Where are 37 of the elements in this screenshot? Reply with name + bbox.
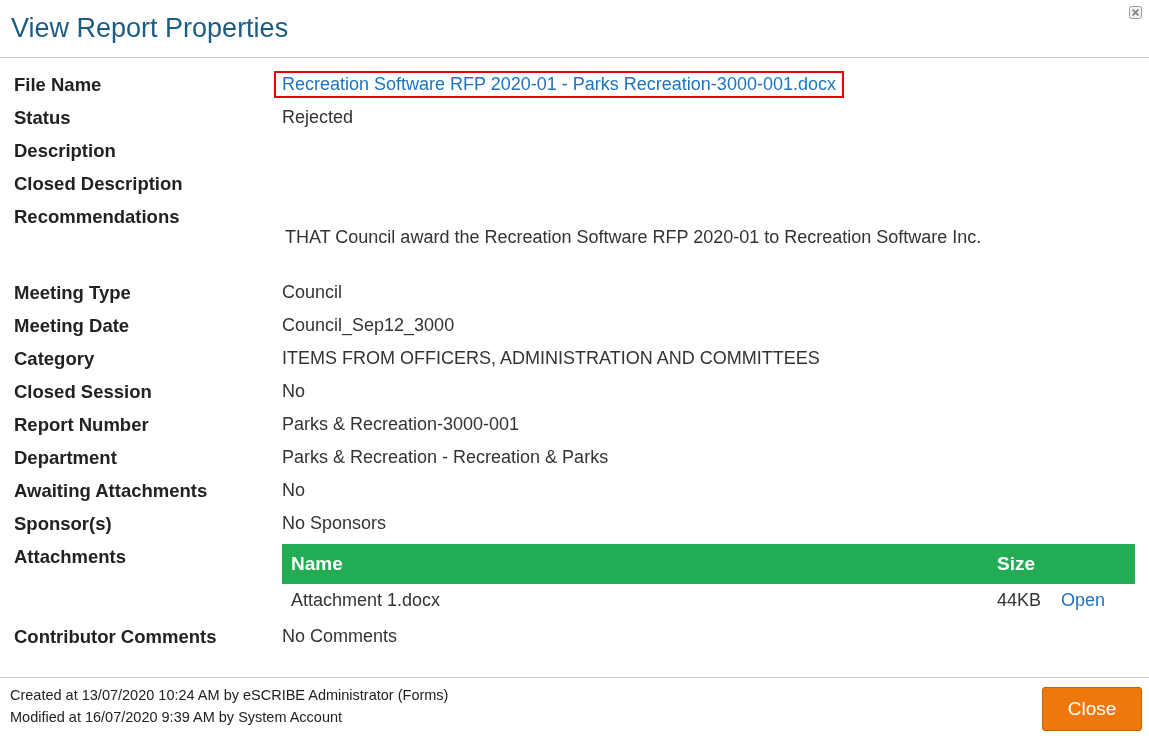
property-value: Council_Sep12_3000 bbox=[282, 315, 455, 335]
property-label: Recommendations bbox=[14, 205, 181, 229]
property-value: No bbox=[282, 381, 305, 401]
open-link[interactable]: Open bbox=[1061, 590, 1106, 610]
file-name-link[interactable]: Recreation Software RFP 2020-01 - Parks Recreation-3000-001.docx bbox=[274, 71, 844, 98]
table-cell: 44KB bbox=[988, 583, 1052, 618]
property-label: Meeting Type bbox=[14, 281, 132, 305]
created-info: Created at 13/07/2020 10:24 AM by eSCRIBE Administrator (Forms) bbox=[10, 686, 449, 705]
property-value: No bbox=[282, 480, 305, 500]
column-header: Size bbox=[988, 543, 1135, 584]
recommendation-text: THAT Council award the Recreation Software RFP 2020-01 to Recreation Software Inc. bbox=[284, 226, 983, 249]
property-label: Awaiting Attachments bbox=[14, 479, 209, 503]
property-label: Contributor Comments bbox=[14, 625, 218, 649]
property-label: Attachments bbox=[14, 545, 128, 569]
property-value: Parks & Recreation - Recreation & Parks bbox=[282, 447, 609, 467]
property-value: Rejected bbox=[282, 107, 354, 127]
property-value: No Sponsors bbox=[282, 513, 387, 533]
property-label: Sponsor(s) bbox=[14, 512, 113, 536]
property-value: Parks & Recreation-3000-001 bbox=[282, 414, 520, 434]
column-header: Name bbox=[282, 543, 988, 584]
property-label: Status bbox=[14, 106, 72, 130]
dialog-title: View Report Properties bbox=[11, 12, 289, 45]
property-label: Department bbox=[14, 446, 118, 470]
property-value: ITEMS FROM OFFICERS, ADMINISTRATION AND COMMITTEES bbox=[282, 348, 820, 368]
property-label: Closed Session bbox=[14, 380, 153, 404]
table-cell: Attachment 1.docx bbox=[282, 583, 988, 618]
close-button[interactable]: Close bbox=[1042, 687, 1142, 731]
property-label: Report Number bbox=[14, 413, 150, 437]
property-label: Meeting Date bbox=[14, 314, 131, 338]
property-label: Description bbox=[14, 139, 117, 163]
property-label: File Name bbox=[14, 73, 103, 97]
modified-info: Modified at 16/07/2020 9:39 AM by System Account bbox=[10, 708, 344, 727]
property-value: No Comments bbox=[282, 626, 398, 646]
property-label: Category bbox=[14, 347, 96, 371]
close-icon[interactable] bbox=[1129, 6, 1142, 19]
property-value: Council bbox=[282, 282, 343, 302]
property-label: Closed Description bbox=[14, 172, 184, 196]
